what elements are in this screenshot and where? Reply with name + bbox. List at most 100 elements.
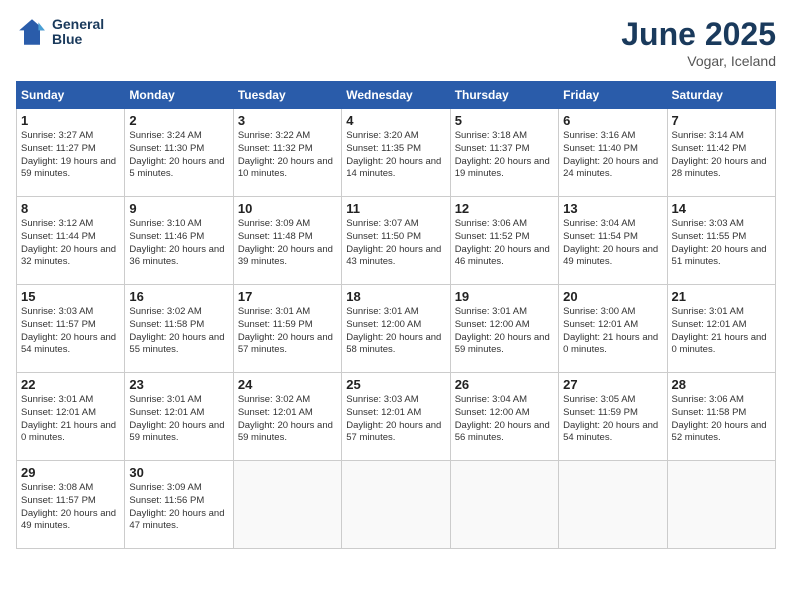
- table-row: [667, 461, 775, 549]
- day-info: Sunrise: 3:12 AM Sunset: 11:44 PM Daylig…: [21, 218, 120, 269]
- table-row: 10 Sunrise: 3:09 AM Sunset: 11:48 PM Dayl…: [233, 197, 341, 285]
- table-row: [342, 461, 450, 549]
- table-row: 30Sunrise: 3:09 AM Sunset: 11:56 PM Dayl…: [125, 461, 233, 549]
- day-info: Sunrise: 3:03 AM Sunset: 12:01 AM Daylig…: [346, 394, 445, 445]
- table-row: 20Sunrise: 3:00 AM Sunset: 12:01 AM Dayl…: [559, 285, 667, 373]
- col-wednesday: Wednesday: [342, 82, 450, 109]
- day-number: 21: [672, 289, 771, 304]
- table-row: 25 Sunrise: 3:03 AM Sunset: 12:01 AM Dayl…: [342, 373, 450, 461]
- table-row: 23 Sunrise: 3:01 AM Sunset: 12:01 AM Dayl…: [125, 373, 233, 461]
- table-row: 18 Sunrise: 3:01 AM Sunset: 12:00 AM Dayl…: [342, 285, 450, 373]
- day-number: 10: [238, 201, 337, 216]
- table-row: 9 Sunrise: 3:10 AM Sunset: 11:46 PM Dayli…: [125, 197, 233, 285]
- table-row: [559, 461, 667, 549]
- day-number: 16: [129, 289, 228, 304]
- day-number: 2: [129, 113, 228, 128]
- table-row: 22 Sunrise: 3:01 AM Sunset: 12:01 AM Dayl…: [17, 373, 125, 461]
- day-info: Sunrise: 3:06 AM Sunset: 11:52 PM Daylig…: [455, 218, 554, 269]
- page-header: General Blue June 2025 Vogar, Iceland: [16, 16, 776, 69]
- day-number: 20: [563, 289, 662, 304]
- col-friday: Friday: [559, 82, 667, 109]
- day-info: Sunrise: 3:14 AM Sunset: 11:42 PM Daylig…: [672, 130, 771, 181]
- day-info: Sunrise: 3:02 AM Sunset: 11:58 PM Daylig…: [129, 306, 228, 357]
- table-row: 12 Sunrise: 3:06 AM Sunset: 11:52 PM Dayl…: [450, 197, 558, 285]
- day-number: 4: [346, 113, 445, 128]
- table-row: 14 Sunrise: 3:03 AM Sunset: 11:55 PM Dayl…: [667, 197, 775, 285]
- month-title: June 2025: [621, 16, 776, 53]
- day-number: 11: [346, 201, 445, 216]
- table-row: 1 Sunrise: 3:27 AM Sunset: 11:27 PM Dayli…: [17, 109, 125, 197]
- table-row: 17 Sunrise: 3:01 AM Sunset: 11:59 PM Dayl…: [233, 285, 341, 373]
- day-number: 3: [238, 113, 337, 128]
- day-number: 19: [455, 289, 554, 304]
- day-info: Sunrise: 3:02 AM Sunset: 12:01 AM Daylig…: [238, 394, 337, 445]
- logo-line2: Blue: [52, 32, 104, 47]
- title-area: June 2025 Vogar, Iceland: [621, 16, 776, 69]
- logo: General Blue: [16, 16, 104, 48]
- table-row: 16 Sunrise: 3:02 AM Sunset: 11:58 PM Dayl…: [125, 285, 233, 373]
- day-number: 22: [21, 377, 120, 392]
- day-number: 13: [563, 201, 662, 216]
- day-number: 6: [563, 113, 662, 128]
- calendar-week: 15 Sunrise: 3:03 AM Sunset: 11:57 PM Dayl…: [17, 285, 776, 373]
- table-row: [233, 461, 341, 549]
- day-info: Sunrise: 3:01 AM Sunset: 12:01 AM Daylig…: [21, 394, 120, 445]
- day-info: Sunrise: 3:24 AM Sunset: 11:30 PM Daylig…: [129, 130, 228, 181]
- day-number: 26: [455, 377, 554, 392]
- col-tuesday: Tuesday: [233, 82, 341, 109]
- day-info: Sunrise: 3:04 AM Sunset: 12:00 AM Daylig…: [455, 394, 554, 445]
- table-row: 8 Sunrise: 3:12 AM Sunset: 11:44 PM Dayli…: [17, 197, 125, 285]
- day-info: Sunrise: 3:22 AM Sunset: 11:32 PM Daylig…: [238, 130, 337, 181]
- day-info: Sunrise: 3:27 AM Sunset: 11:27 PM Daylig…: [21, 130, 120, 181]
- day-info: Sunrise: 3:10 AM Sunset: 11:46 PM Daylig…: [129, 218, 228, 269]
- day-info: Sunrise: 3:06 AM Sunset: 11:58 PM Daylig…: [672, 394, 771, 445]
- calendar-week: 29 Sunrise: 3:08 AM Sunset: 11:57 PM Dayl…: [17, 461, 776, 549]
- day-number: 17: [238, 289, 337, 304]
- day-info: Sunrise: 3:01 AM Sunset: 12:01 AM Daylig…: [672, 306, 771, 357]
- col-monday: Monday: [125, 82, 233, 109]
- table-row: 28Sunrise: 3:06 AM Sunset: 11:58 PM Dayl…: [667, 373, 775, 461]
- calendar-week: 8 Sunrise: 3:12 AM Sunset: 11:44 PM Dayli…: [17, 197, 776, 285]
- logo-line1: General: [52, 17, 104, 32]
- day-info: Sunrise: 3:08 AM Sunset: 11:57 PM Daylig…: [21, 482, 120, 533]
- day-number: 18: [346, 289, 445, 304]
- col-thursday: Thursday: [450, 82, 558, 109]
- day-number: 15: [21, 289, 120, 304]
- table-row: 26 Sunrise: 3:04 AM Sunset: 12:00 AM Dayl…: [450, 373, 558, 461]
- table-row: 15 Sunrise: 3:03 AM Sunset: 11:57 PM Dayl…: [17, 285, 125, 373]
- day-info: Sunrise: 3:01 AM Sunset: 11:59 PM Daylig…: [238, 306, 337, 357]
- day-info: Sunrise: 3:01 AM Sunset: 12:00 AM Daylig…: [346, 306, 445, 357]
- day-info: Sunrise: 3:01 AM Sunset: 12:01 AM Daylig…: [129, 394, 228, 445]
- calendar-table: Sunday Monday Tuesday Wednesday Thursday…: [16, 81, 776, 549]
- col-sunday: Sunday: [17, 82, 125, 109]
- day-info: Sunrise: 3:18 AM Sunset: 11:37 PM Daylig…: [455, 130, 554, 181]
- day-number: 24: [238, 377, 337, 392]
- day-number: 9: [129, 201, 228, 216]
- table-row: 7 Sunrise: 3:14 AM Sunset: 11:42 PM Dayli…: [667, 109, 775, 197]
- day-number: 29: [21, 465, 120, 480]
- day-number: 14: [672, 201, 771, 216]
- table-row: 24 Sunrise: 3:02 AM Sunset: 12:01 AM Dayl…: [233, 373, 341, 461]
- calendar-week: 1 Sunrise: 3:27 AM Sunset: 11:27 PM Dayli…: [17, 109, 776, 197]
- table-row: 29 Sunrise: 3:08 AM Sunset: 11:57 PM Dayl…: [17, 461, 125, 549]
- day-number: 27: [563, 377, 662, 392]
- day-number: 25: [346, 377, 445, 392]
- logo-text: General Blue: [52, 17, 104, 48]
- day-number: 5: [455, 113, 554, 128]
- day-info: Sunrise: 3:03 AM Sunset: 11:55 PM Daylig…: [672, 218, 771, 269]
- day-number: 30: [129, 465, 228, 480]
- day-number: 12: [455, 201, 554, 216]
- day-number: 1: [21, 113, 120, 128]
- day-info: Sunrise: 3:05 AM Sunset: 11:59 PM Daylig…: [563, 394, 662, 445]
- day-info: Sunrise: 3:09 AM Sunset: 11:48 PM Daylig…: [238, 218, 337, 269]
- table-row: 27 Sunrise: 3:05 AM Sunset: 11:59 PM Dayl…: [559, 373, 667, 461]
- table-row: 3 Sunrise: 3:22 AM Sunset: 11:32 PM Dayli…: [233, 109, 341, 197]
- day-number: 7: [672, 113, 771, 128]
- table-row: 2 Sunrise: 3:24 AM Sunset: 11:30 PM Dayli…: [125, 109, 233, 197]
- day-number: 23: [129, 377, 228, 392]
- day-info: Sunrise: 3:01 AM Sunset: 12:00 AM Daylig…: [455, 306, 554, 357]
- day-info: Sunrise: 3:03 AM Sunset: 11:57 PM Daylig…: [21, 306, 120, 357]
- day-number: 8: [21, 201, 120, 216]
- table-row: 11Sunrise: 3:07 AM Sunset: 11:50 PM Dayl…: [342, 197, 450, 285]
- calendar-week: 22 Sunrise: 3:01 AM Sunset: 12:01 AM Dayl…: [17, 373, 776, 461]
